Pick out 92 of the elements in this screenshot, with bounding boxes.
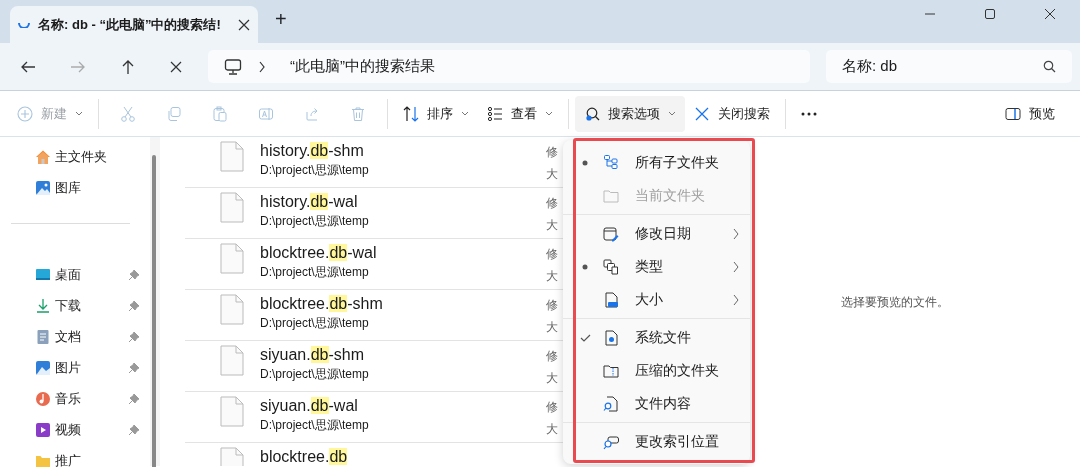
new-tab-button[interactable]: +: [274, 3, 288, 35]
sort-button[interactable]: 排序: [394, 95, 478, 132]
download-icon: [35, 297, 51, 314]
file-icon: [220, 243, 244, 275]
file-name[interactable]: siyuan.db-shm: [260, 345, 530, 365]
sidebar-item[interactable]: 视频: [0, 414, 150, 445]
tab-title: 名称: db - “此电脑”中的搜索结!: [38, 15, 222, 34]
index-search-icon: [603, 433, 619, 450]
preview-button[interactable]: 预览: [996, 95, 1064, 132]
menu-item[interactable]: 更改索引位置: [563, 425, 750, 458]
detail-label: 修: [546, 348, 559, 365]
preview-message: 选择要预览的文件。: [841, 293, 949, 311]
gallery-icon: [35, 179, 51, 196]
menu-item[interactable]: 压缩的文件夹: [563, 354, 750, 387]
up-arrow-icon[interactable]: [120, 58, 136, 75]
detail-label: 修: [546, 195, 559, 212]
music-icon: [35, 390, 51, 407]
stop-icon[interactable]: [170, 60, 182, 73]
detail-label: 大: [546, 421, 559, 438]
file-name[interactable]: blocktree.db-wal: [260, 243, 530, 263]
file-path: D:\project\思源\temp: [260, 315, 370, 332]
monitor-icon: [224, 57, 242, 76]
close-search-button[interactable]: 关闭搜索: [685, 95, 779, 132]
file-types-icon: [603, 258, 619, 275]
menu-item[interactable]: 类型: [563, 250, 750, 283]
address-path: “此电脑”中的搜索结果: [290, 56, 435, 77]
sidebar-item[interactable]: 主文件夹: [0, 141, 150, 172]
menu-item[interactable]: 所有子文件夹: [563, 146, 750, 179]
search-query: 名称: db: [842, 56, 899, 77]
detail-label: 修: [546, 399, 559, 416]
file-name[interactable]: history.db-wal: [260, 192, 530, 212]
sidebar-item[interactable]: 推广: [0, 445, 150, 467]
file-path: D:\project\思源\temp: [260, 366, 370, 383]
system-file-icon: [603, 329, 619, 346]
detail-label: 大: [546, 166, 559, 183]
file-icon: [220, 141, 244, 173]
detail-label: 修: [546, 297, 559, 314]
calendar-icon: [603, 225, 619, 242]
search-field[interactable]: 名称: db: [826, 50, 1072, 83]
sidebar-item[interactable]: 音乐: [0, 383, 150, 414]
detail-label: 大: [546, 370, 559, 387]
video-icon: [35, 421, 51, 438]
detail-label: 修: [546, 246, 559, 263]
file-name[interactable]: siyuan.db-wal: [260, 396, 530, 416]
close-icon[interactable]: [1044, 8, 1056, 20]
panel-icon: [1005, 105, 1021, 122]
detail-label: 大: [546, 319, 559, 336]
home-icon: [35, 148, 51, 165]
file-path: D:\project\思源\temp: [260, 264, 370, 281]
detail-label: 大: [546, 268, 559, 285]
sidebar-item[interactable]: 下载: [0, 290, 150, 321]
file-icon: [220, 396, 244, 428]
scrollbar-thumb[interactable]: [152, 155, 156, 467]
chevron-icon: [732, 227, 740, 240]
file-name[interactable]: blocktree.db: [260, 447, 530, 466]
chevron-icon: [732, 260, 740, 273]
menu-item[interactable]: 系统文件: [563, 321, 750, 354]
document-icon: [35, 328, 51, 345]
file-search-icon: [603, 395, 619, 412]
file-icon: [220, 192, 244, 224]
menu-item[interactable]: 修改日期: [563, 217, 750, 250]
tree-icon: [603, 154, 619, 171]
file-name[interactable]: blocktree.db-shm: [260, 294, 530, 314]
window-tab[interactable]: 名称: db - “此电脑”中的搜索结!: [10, 6, 258, 43]
search-icon: [1043, 60, 1056, 73]
detail-label: 修: [546, 144, 559, 161]
menu-item[interactable]: 大小: [563, 283, 750, 316]
folder-icon: [603, 187, 619, 204]
file-size-icon: [603, 291, 619, 308]
sidebar-item[interactable]: 图片: [0, 352, 150, 383]
desktop-icon: [35, 266, 51, 283]
view-button[interactable]: 查看: [478, 95, 562, 132]
file-path: D:\project\思源\temp: [260, 162, 370, 179]
address-bar[interactable]: “此电脑”中的搜索结果: [208, 50, 810, 83]
picture-icon: [35, 359, 51, 376]
sidebar-item[interactable]: 文档: [0, 321, 150, 352]
zip-folder-icon: [603, 362, 619, 379]
file-name[interactable]: history.db-shm: [260, 141, 530, 161]
file-path: D:\project\思源\temp: [260, 213, 370, 230]
chevron-icon: [258, 60, 266, 73]
menu-item[interactable]: 文件内容: [563, 387, 750, 420]
sidebar-item[interactable]: 图库: [0, 172, 150, 203]
maximize-icon[interactable]: [984, 8, 996, 20]
close-icon[interactable]: [238, 18, 250, 31]
file-icon: [220, 294, 244, 326]
loading-icon: [18, 21, 30, 28]
chevron-icon: [732, 293, 740, 306]
file-icon: [220, 345, 244, 377]
sidebar-item[interactable]: 桌面: [0, 259, 150, 290]
detail-label: 大: [546, 217, 559, 234]
file-path: D:\project\思源\temp: [260, 417, 370, 434]
search-options-button[interactable]: 搜索选项: [575, 95, 685, 132]
